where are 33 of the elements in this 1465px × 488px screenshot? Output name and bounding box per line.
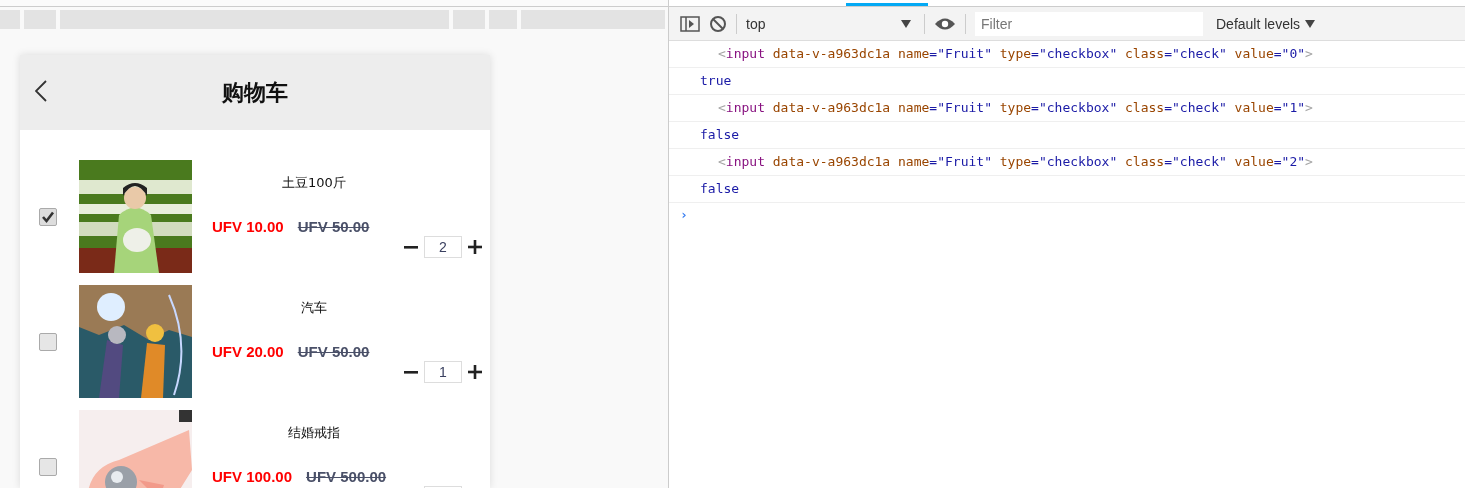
console-line: <input data-v-a963dc1a name="Fruit" type="checkbox" class="check" value="2"> <box>669 149 1465 176</box>
plus-icon[interactable] <box>468 240 482 254</box>
console-line: <input data-v-a963dc1a name="Fruit" type="checkbox" class="check" value="1"> <box>669 95 1465 122</box>
levels-dropdown[interactable]: Default levels <box>1216 15 1316 32</box>
price: UFV 100.00 <box>212 468 293 485</box>
console-line: true <box>669 68 1465 95</box>
sidebar-toggle-icon[interactable] <box>680 15 700 32</box>
price: UFV 10.00 <box>212 218 284 235</box>
quantity-field[interactable]: 2 <box>424 236 462 258</box>
console-line: false <box>669 176 1465 203</box>
checkbox[interactable] <box>39 457 57 476</box>
eye-icon[interactable] <box>934 16 956 31</box>
price: UFV 20.00 <box>212 343 284 360</box>
checkbox[interactable] <box>39 332 57 351</box>
original-price: UFV 50.00 <box>297 343 370 360</box>
original-price: UFV 50.00 <box>297 218 370 235</box>
filter-field[interactable]: Filter <box>975 11 1203 36</box>
page-title: 购物车 <box>222 78 288 107</box>
plus-icon[interactable] <box>468 365 482 379</box>
product-name: 结婚戒指 <box>288 424 340 442</box>
product-name: 土豆100斤 <box>282 174 346 192</box>
console-line: <input data-v-a963dc1a name="Fruit" type="checkbox" class="check" value="0"> <box>669 41 1465 68</box>
caret-icon <box>1305 19 1316 28</box>
original-price: UFV 500.00 <box>306 468 387 485</box>
console-prompt[interactable]: › <box>680 207 688 222</box>
back-icon[interactable] <box>35 80 47 102</box>
clear-icon[interactable] <box>709 14 727 33</box>
product-name: 汽车 <box>301 299 327 317</box>
console-line: false <box>669 122 1465 149</box>
context-dropdown[interactable]: top <box>746 15 915 32</box>
quantity-field[interactable]: 1 <box>424 361 462 383</box>
checkbox[interactable] <box>39 207 57 226</box>
caret-icon <box>901 19 911 28</box>
